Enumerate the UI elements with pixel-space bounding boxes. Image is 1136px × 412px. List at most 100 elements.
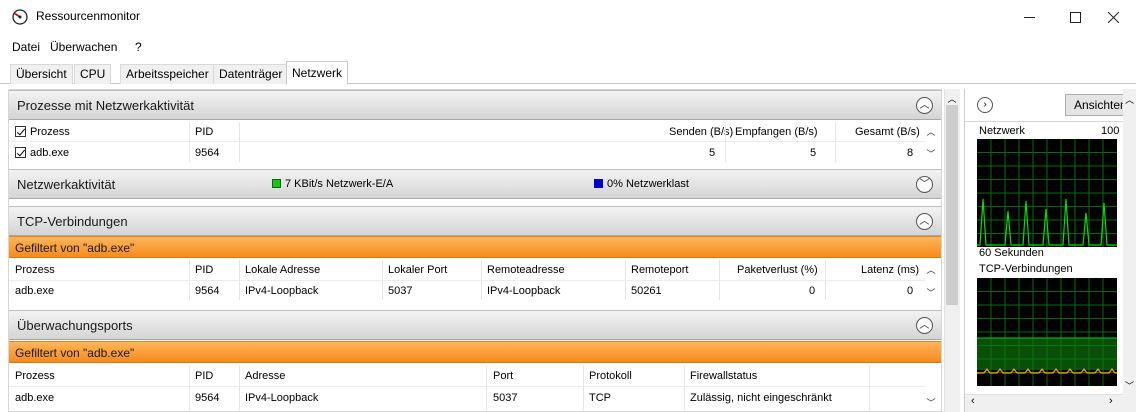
ports-filter-bar[interactable]: Gefiltert von "adb.exe" [9,341,941,363]
section-tcp-title: TCP-Verbindungen [17,214,128,229]
tcp-row-process[interactable]: adb.exe [15,285,54,297]
process-total: 8 [907,147,914,159]
window-title: Ressourcenmonitor [36,9,141,23]
main-scrollbar-thumb[interactable] [946,105,958,305]
ports-row-pid: 9564 [195,392,220,404]
col-header-total[interactable]: Gesamt (B/s) [855,126,920,138]
scroll-up-icon[interactable]: ︿ [1125,93,1134,106]
title-bar: Ressourcenmonitor [0,0,1136,34]
ports-row-address: IPv4-Loopback [245,392,319,404]
tcp-row-remote-address: IPv4-Loopback [487,285,561,297]
tcp-col-local-port[interactable]: Lokaler Port [388,264,447,276]
tab-disk[interactable]: Datenträger [213,64,289,84]
scroll-up-icon[interactable]: ︿ [923,125,939,138]
menu-monitor[interactable]: Überwachen [50,40,117,54]
graph1-title: Netzwerk [979,125,1025,137]
section-processes-title: Prozesse mit Netzwerkaktivität [17,98,194,113]
scroll-down-icon[interactable]: ﹀ [923,147,939,160]
tcp-connections-graph [977,278,1117,386]
network-load-text: 0% Netzwerklast [607,178,689,190]
process-pid: 9564 [195,147,220,159]
ports-filter-text: Gefiltert von "adb.exe" [15,346,135,360]
tcp-row-pid: 9564 [195,285,220,297]
chevron-right-icon[interactable]: › [977,97,993,113]
tcp-col-local-address[interactable]: Lokale Adresse [245,264,320,276]
scroll-right-icon[interactable]: › [1109,395,1113,407]
network-io-text: 7 KBit/s Netzwerk-E/A [285,178,394,190]
menu-help[interactable]: ? [135,40,142,54]
collapse-up-icon[interactable]: ︿ [916,97,933,114]
blue-square-icon [594,179,603,188]
minimize-icon [1023,16,1035,18]
scroll-left-icon[interactable]: ‹ [971,395,975,407]
time-label: 60 Sekunden [979,247,1044,259]
scroll-down-icon[interactable]: ﹀ [923,396,939,409]
table-row[interactable]: adb.exe [15,147,69,159]
menu-file[interactable]: Datei [12,40,40,54]
horizontal-scrollbar[interactable] [965,394,1123,412]
section-processes-header[interactable]: Prozesse mit Netzwerkaktivität ︿ [9,90,941,120]
ports-col-port[interactable]: Port [493,370,513,382]
col-header-send[interactable]: Senden (B/s) [669,126,733,138]
col-header-process-label: Prozess [30,126,70,138]
resource-monitor-icon [12,9,28,25]
col-header-pid[interactable]: PID [195,126,213,138]
main-panel: Prozesse mit Netzwerkaktivität ︿ Prozess… [8,89,942,412]
ports-row-process[interactable]: adb.exe [15,392,54,404]
tcp-col-remote-address[interactable]: Remoteadresse [487,264,565,276]
process-receive: 5 [810,147,817,159]
tcp-col-latency[interactable]: Latenz (ms) [861,264,919,276]
ports-col-process[interactable]: Prozess [15,370,55,382]
tcp-col-remote-port[interactable]: Remoteport [631,264,688,276]
scroll-down-icon[interactable]: ﹀ [923,286,939,299]
close-button[interactable] [1090,0,1136,34]
section-ports-title: Überwachungsports [17,318,133,333]
scroll-up-icon[interactable]: ︿ [923,263,939,276]
col-header-process[interactable]: Prozess [15,126,70,138]
scroll-up-icon[interactable]: ︿ [946,92,958,105]
ports-col-pid[interactable]: PID [195,370,213,382]
menu-bar: Datei Überwachen ? [0,38,400,58]
minimize-button[interactable] [1006,0,1052,34]
process-send: 5 [709,147,716,159]
tcp-col-packet-loss[interactable]: Paketverlust (%) [737,264,818,276]
tcp-filter-bar[interactable]: Gefiltert von "adb.exe" [9,236,941,258]
green-square-icon [272,179,281,188]
col-header-receive[interactable]: Empfangen (B/s) [735,126,818,138]
ports-col-protocol[interactable]: Protokoll [589,370,632,382]
tab-overview[interactable]: Übersicht [10,64,73,84]
tab-strip: Übersicht CPU Arbeitsspeicher Datenträge… [0,61,1136,85]
ports-col-firewall[interactable]: Firewallstatus [690,370,757,382]
section-tcp-header[interactable]: TCP-Verbindungen ︿ [9,206,941,236]
graph2-title: TCP-Verbindungen [979,263,1073,275]
scroll-down-icon[interactable]: ﹀ [1125,379,1134,392]
right-graph-panel: › Ansichten Netzwerk 100 I 60 Sekunden T… [964,89,1136,412]
tab-network[interactable]: Netzwerk [286,61,349,85]
checkbox-icon[interactable] [15,126,26,137]
process-name: adb.exe [30,147,70,159]
tcp-col-pid[interactable]: PID [195,264,213,276]
graph1-max: 100 I [1101,125,1126,137]
checkbox-icon[interactable] [15,147,26,158]
network-load-label: 0% Netzwerklast [594,178,689,190]
tab-memory[interactable]: Arbeitsspeicher [120,64,215,84]
tcp-row-packet-loss: 0 [809,285,816,297]
collapse-up-icon[interactable]: ︿ [916,317,933,334]
right-panel-scrollbar[interactable] [1123,89,1136,412]
tab-cpu[interactable]: CPU [74,64,112,84]
section-activity-title: Netzwerkaktivität [17,177,116,192]
close-icon [1107,11,1119,23]
section-ports-header[interactable]: Überwachungsports ︿ [9,310,941,340]
expand-down-icon[interactable]: ﹀ [916,176,933,193]
tcp-row-latency: 0 [907,285,914,297]
ports-col-address[interactable]: Adresse [245,370,285,382]
network-io-label: 7 KBit/s Netzwerk-E/A [272,178,393,190]
tcp-filter-text: Gefiltert von "adb.exe" [15,241,135,255]
tcp-row-local-address: IPv4-Loopback [245,285,319,297]
tcp-row-remote-port: 50261 [631,285,662,297]
tcp-col-process[interactable]: Prozess [15,264,55,276]
section-activity-header[interactable]: Netzwerkaktivität 7 KBit/s Netzwerk-E/A … [9,169,941,199]
collapse-up-icon[interactable]: ︿ [916,213,933,230]
ports-row-firewall: Zulässig, nicht eingeschränkt [690,392,832,404]
ports-row-protocol: TCP [589,392,611,404]
